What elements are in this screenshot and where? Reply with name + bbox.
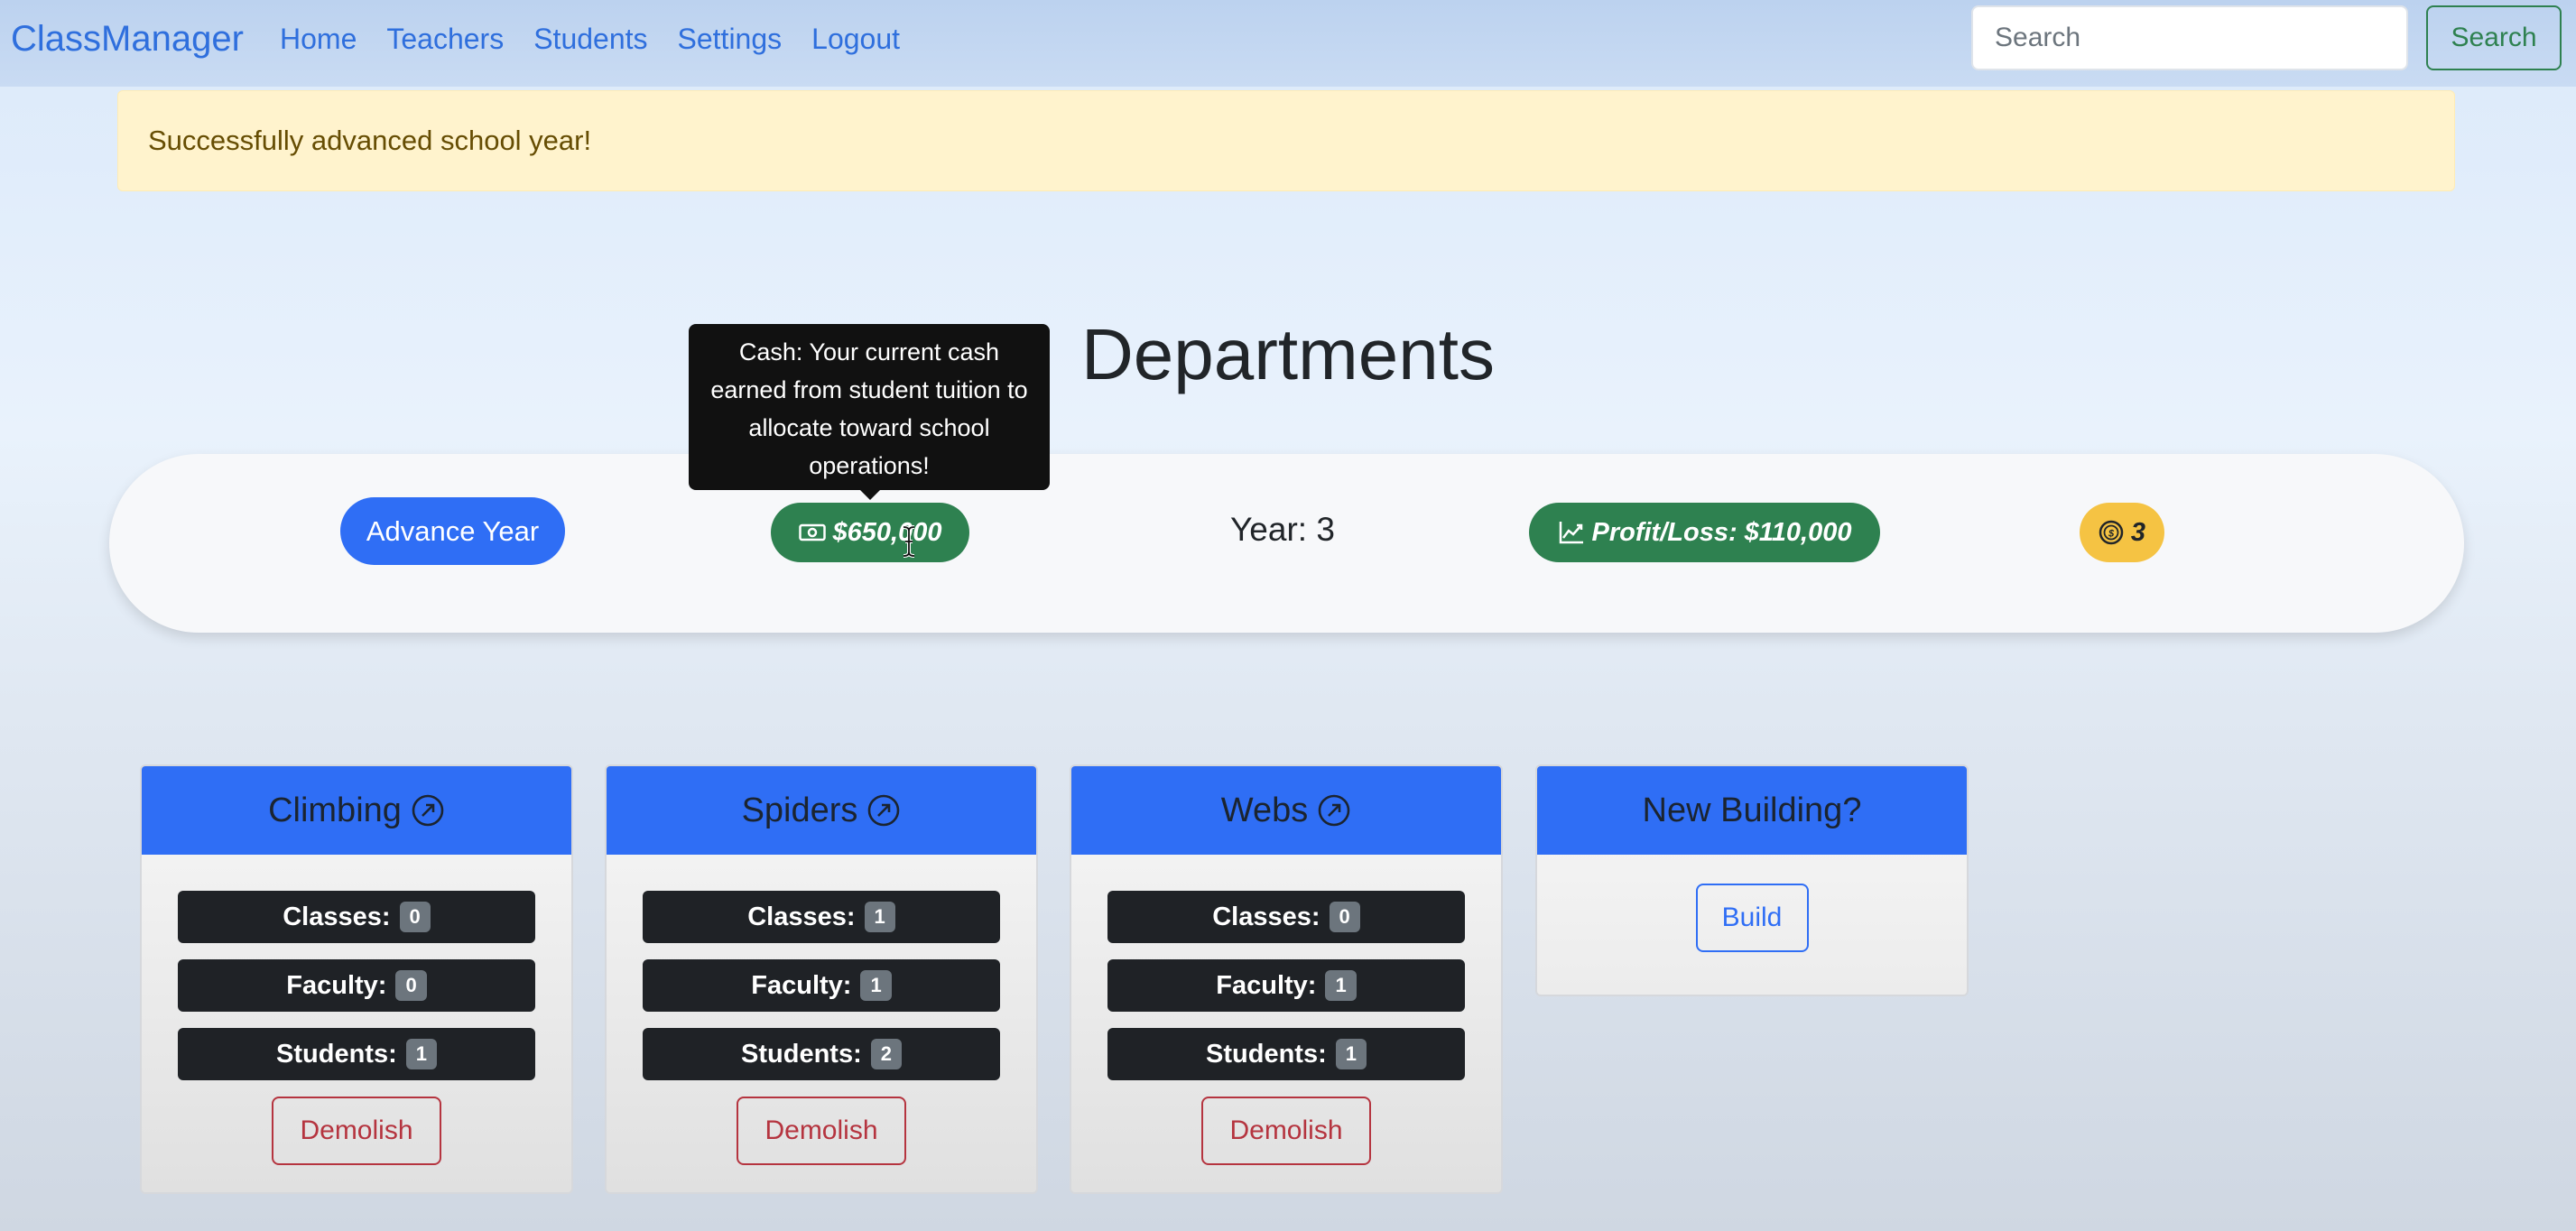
faculty-stat: Faculty: 1 [643,959,1000,1012]
faculty-stat: Faculty: 1 [1107,959,1465,1012]
nav-link-students[interactable]: Students [533,20,647,58]
department-card-webs: Webs Classes: 0 Faculty: 1 Students: 1 D… [1070,764,1503,1194]
demolish-button[interactable]: Demolish [737,1097,906,1165]
stat-label: Classes: [283,902,391,931]
search-button[interactable]: Search [2426,5,2562,70]
stat-badge: 0 [399,902,431,932]
nav-link-teachers[interactable]: Teachers [386,20,504,58]
alert-message: Successfully advanced school year! [148,125,592,156]
year-label: Year: 3 [1230,511,1335,548]
nav-links: Home Teachers Students Settings Logout [280,20,930,58]
external-link-icon[interactable] [866,793,901,828]
stat-badge: 1 [860,970,892,1001]
cash-badge[interactable]: $650,000 [771,503,969,562]
cash-tooltip: Cash: Your current cash earned from stud… [689,324,1050,490]
svg-text:$: $ [2108,529,2115,540]
tooltip-arrow [860,490,880,500]
profit-loss-badge: Profit/Loss: $110,000 [1529,503,1880,562]
tooltip-text: Cash: Your current cash earned from stud… [710,338,1028,479]
stat-label: Students: [1206,1039,1327,1069]
stat-label: Classes: [747,902,856,931]
nav-link-home[interactable]: Home [280,20,357,58]
coin-icon: $ [2099,520,2124,545]
card-body: Classes: 0 Faculty: 0 Students: 1 Demoli… [142,855,571,1192]
department-name[interactable]: Webs [1221,791,1308,830]
stat-label: Students: [276,1039,397,1069]
department-name[interactable]: Climbing [268,791,402,830]
students-stat: Students: 1 [1107,1028,1465,1080]
stat-badge: 1 [1335,1039,1367,1069]
nav-link-logout[interactable]: Logout [811,20,900,58]
external-link-icon[interactable] [411,793,445,828]
demolish-button[interactable]: Demolish [272,1097,441,1165]
build-button[interactable]: Build [1695,884,1809,952]
cash-value: $650,000 [832,517,942,547]
coin-badge: $ 3 [2080,503,2164,562]
navbar: ClassManager Home Teachers Students Sett… [0,0,2576,87]
card-header: Webs [1071,766,1501,855]
students-stat: Students: 1 [178,1028,535,1080]
card-body: Classes: 1 Faculty: 1 Students: 2 Demoli… [607,855,1036,1192]
new-building-title: New Building? [1642,791,1862,829]
card-body: Classes: 0 Faculty: 1 Students: 1 Demoli… [1071,855,1501,1192]
brand-logo[interactable]: ClassManager [11,16,244,61]
coin-value: 3 [2130,517,2146,547]
stat-badge: 2 [870,1039,902,1069]
success-alert: Successfully advanced school year! [117,90,2455,191]
nav-link-settings[interactable]: Settings [678,20,783,58]
classes-stat: Classes: 0 [178,891,535,943]
stat-badge: 0 [395,970,427,1001]
card-header: New Building? [1537,766,1967,855]
external-link-icon[interactable] [1317,793,1351,828]
faculty-stat: Faculty: 0 [178,959,535,1012]
stat-badge: 0 [1329,902,1360,932]
stat-label: Students: [741,1039,862,1069]
advance-year-button[interactable]: Advance Year [340,497,565,565]
cash-icon [798,523,826,542]
stat-label: Faculty: [1216,970,1317,1000]
department-name[interactable]: Spiders [742,791,858,830]
stat-label: Faculty: [286,970,387,1000]
graph-up-icon [1558,520,1585,545]
search-input[interactable] [1971,5,2408,70]
text-cursor-icon [903,525,915,558]
card-header: Climbing [142,766,571,855]
stat-badge: 1 [864,902,895,932]
department-card-climbing: Climbing Classes: 0 Faculty: 0 Students:… [140,764,573,1194]
classes-stat: Classes: 0 [1107,891,1465,943]
students-stat: Students: 2 [643,1028,1000,1080]
stat-label: Faculty: [751,970,852,1000]
page-title: Departments [1081,314,1495,394]
profit-loss-value: Profit/Loss: $110,000 [1591,517,1852,547]
department-card-spiders: Spiders Classes: 1 Faculty: 1 Students: … [605,764,1038,1194]
stat-label: Classes: [1212,902,1320,931]
demolish-button[interactable]: Demolish [1201,1097,1371,1165]
classes-stat: Classes: 1 [643,891,1000,943]
card-header: Spiders [607,766,1036,855]
stat-badge: 1 [1325,970,1357,1001]
new-building-card: New Building? Build [1535,764,1969,996]
stat-badge: 1 [405,1039,437,1069]
